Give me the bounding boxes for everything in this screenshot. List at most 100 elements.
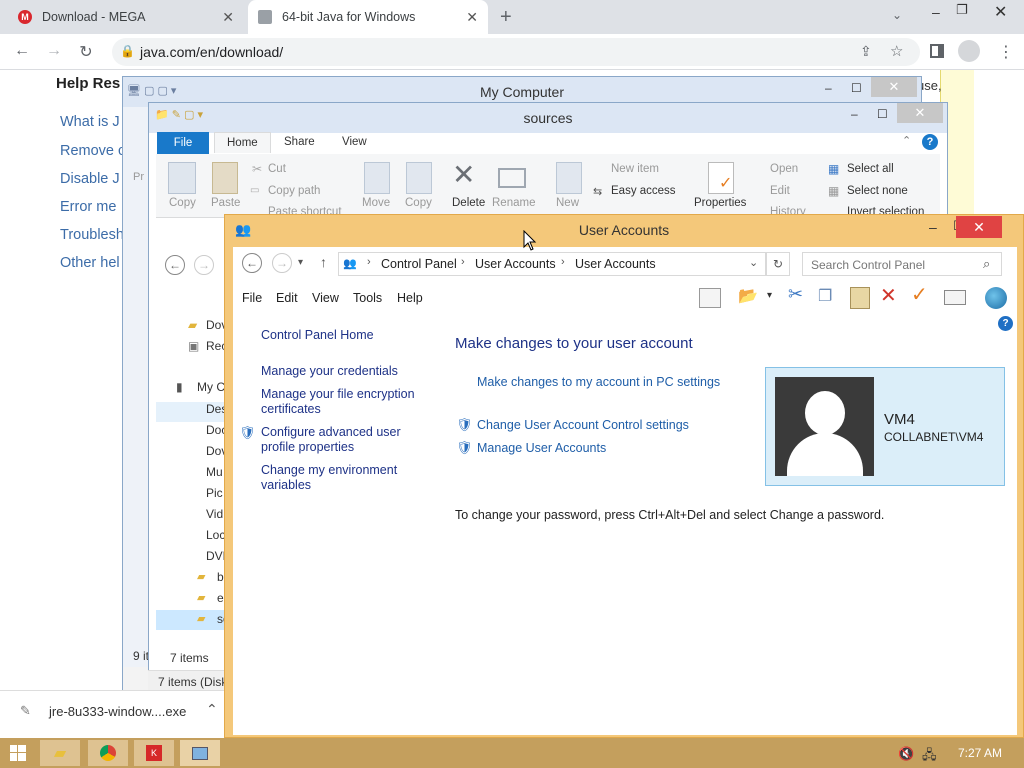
globe-icon[interactable] <box>985 287 1007 309</box>
minimize-button[interactable]: – <box>929 219 937 235</box>
environment-variables-link[interactable]: Change my environment variables <box>261 463 426 493</box>
move-to-button[interactable]: Move <box>362 197 390 209</box>
minimize-button[interactable]: – <box>932 4 940 20</box>
advanced-profile-link[interactable]: Configure advanced user profile properti… <box>261 425 426 455</box>
close-button[interactable]: ✕ <box>871 77 917 97</box>
help-link[interactable]: What is J <box>60 114 120 130</box>
tree-item[interactable]: Loc <box>206 528 225 542</box>
manage-credentials-link[interactable]: Manage your credentials <box>261 364 426 379</box>
back-icon[interactable]: ← <box>12 42 32 60</box>
close-button[interactable]: ✕ <box>897 103 943 123</box>
select-none-button[interactable]: Select none <box>847 185 908 197</box>
breadcrumb-item[interactable]: User Accounts <box>475 257 556 271</box>
tree-item-my-computer[interactable]: My C <box>197 380 225 394</box>
cut-icon[interactable]: ✂ <box>788 284 803 305</box>
close-tab-icon[interactable]: ✕ <box>222 9 234 26</box>
details-icon[interactable] <box>944 290 966 305</box>
help-icon[interactable]: ? <box>998 316 1013 331</box>
help-link[interactable]: Disable J <box>60 171 120 187</box>
paste-icon[interactable] <box>850 287 870 309</box>
back-icon[interactable]: ← <box>165 255 185 275</box>
help-link[interactable]: Other hel <box>60 255 120 271</box>
help-link[interactable]: Troublesh <box>60 227 124 243</box>
taskbar-app[interactable]: K <box>134 740 174 766</box>
menu-edit[interactable]: Edit <box>276 291 298 305</box>
forward-icon[interactable]: → <box>44 42 64 60</box>
profile-avatar[interactable] <box>958 40 980 62</box>
windows-start-icon[interactable] <box>10 745 26 761</box>
delete-button[interactable]: Delete <box>452 197 485 209</box>
chevron-down-icon[interactable]: ⌄ <box>749 256 758 269</box>
new-folder-button[interactable]: New <box>556 197 579 209</box>
rename-button[interactable]: Rename <box>492 197 535 209</box>
ribbon-tab-view[interactable]: View <box>330 132 379 152</box>
minimize-button[interactable]: – <box>825 81 832 95</box>
share-icon[interactable]: ⇪ <box>860 43 872 60</box>
breadcrumb[interactable]: 👥 › Control Panel › User Accounts › User… <box>338 252 766 276</box>
file-encryption-link[interactable]: Manage your file encryption certificates <box>261 387 426 417</box>
tree-item[interactable]: Mu <box>206 465 223 479</box>
taskbar-chrome[interactable] <box>88 740 128 766</box>
menu-help[interactable]: Help <box>397 291 423 305</box>
help-link[interactable]: Error me <box>60 199 116 215</box>
preview-pane-icon[interactable] <box>699 288 721 308</box>
minimize-button[interactable]: – <box>851 107 858 121</box>
tab-java[interactable]: 64-bit Java for Windows ✕ <box>248 0 488 34</box>
tree-item[interactable]: Pic <box>206 486 223 500</box>
chevron-down-icon[interactable]: ▾ <box>767 290 772 301</box>
control-panel-home-link[interactable]: Control Panel Home <box>261 328 426 343</box>
forward-icon[interactable]: → <box>194 255 214 275</box>
edit-button[interactable]: Edit <box>770 185 790 197</box>
cut-button[interactable]: Cut <box>268 163 286 175</box>
ribbon-tab-file[interactable]: File <box>157 132 209 154</box>
close-tab-icon[interactable]: ✕ <box>466 9 478 26</box>
forward-icon[interactable]: → <box>272 253 292 273</box>
clock[interactable]: 7:27 AM <box>958 746 1002 760</box>
new-tab-button[interactable]: + <box>500 6 512 29</box>
taskbar-control-panel[interactable] <box>180 740 220 766</box>
select-all-button[interactable]: Select all <box>847 163 894 175</box>
uac-settings-link[interactable]: Change User Account Control settings <box>477 418 689 432</box>
ribbon-tab-share[interactable]: Share <box>272 132 327 152</box>
tab-search-icon[interactable]: ⌄ <box>892 8 902 22</box>
paste-button[interactable]: Paste <box>211 197 240 209</box>
menu-kebab-icon[interactable]: ⋮ <box>998 42 1014 62</box>
download-filename[interactable]: jre-8u333-window....exe <box>49 704 186 719</box>
address-bar[interactable]: 🔒 java.com/en/download/ ⇪ ☆ <box>112 38 920 66</box>
breadcrumb-item[interactable]: Control Panel <box>381 257 457 271</box>
pc-settings-link[interactable]: Make changes to my account in PC setting… <box>477 375 720 389</box>
properties-check-icon[interactable]: ✓ <box>911 282 928 307</box>
help-link[interactable]: Remove c <box>60 143 125 159</box>
open-button[interactable]: Open <box>770 163 798 175</box>
maximize-button[interactable]: ☐ <box>877 107 888 121</box>
refresh-icon[interactable]: ↻ <box>766 252 790 276</box>
copy-to-button[interactable]: Copy <box>405 197 432 209</box>
tree-item[interactable]: b <box>217 570 224 584</box>
restore-button[interactable]: ❐ <box>956 2 968 18</box>
speaker-muted-icon[interactable]: 🔇 <box>898 746 914 762</box>
manage-user-accounts-link[interactable]: Manage User Accounts <box>477 441 606 455</box>
ribbon-tab-home[interactable]: Home <box>214 132 271 153</box>
side-panel-icon[interactable] <box>930 44 944 58</box>
back-icon[interactable]: ← <box>242 253 262 273</box>
maximize-button[interactable]: ☐ <box>851 81 862 95</box>
copy-path-button[interactable]: Copy path <box>268 185 320 197</box>
ribbon-collapse-icon[interactable]: ⌃ <box>902 134 911 147</box>
tree-item[interactable]: Vid <box>206 507 223 521</box>
quick-access-icons[interactable]: 🖥 ▢ ▢ ▾ <box>127 83 177 101</box>
help-icon[interactable]: ? <box>922 134 938 150</box>
search-input[interactable]: Search Control Panel ⌕ <box>802 252 1002 276</box>
new-item-button[interactable]: New item <box>611 163 659 175</box>
tree-item[interactable]: e <box>217 591 224 605</box>
properties-button[interactable]: Properties <box>694 197 746 209</box>
easy-access-button[interactable]: Easy access <box>611 185 676 197</box>
breadcrumb-item[interactable]: User Accounts <box>575 257 656 271</box>
network-icon[interactable]: 🖧 <box>922 746 937 768</box>
recent-locations-icon[interactable]: ▾ <box>298 257 303 268</box>
folder-options-icon[interactable]: 📂 <box>738 286 758 306</box>
copy-button[interactable]: Copy <box>169 197 196 209</box>
close-button[interactable]: ✕ <box>956 216 1002 238</box>
menu-tools[interactable]: Tools <box>353 291 382 305</box>
quick-access-toolbar[interactable]: 📁 ✎ ▢ ▾ <box>155 108 203 121</box>
chevron-up-icon[interactable]: ⌃ <box>206 701 218 718</box>
